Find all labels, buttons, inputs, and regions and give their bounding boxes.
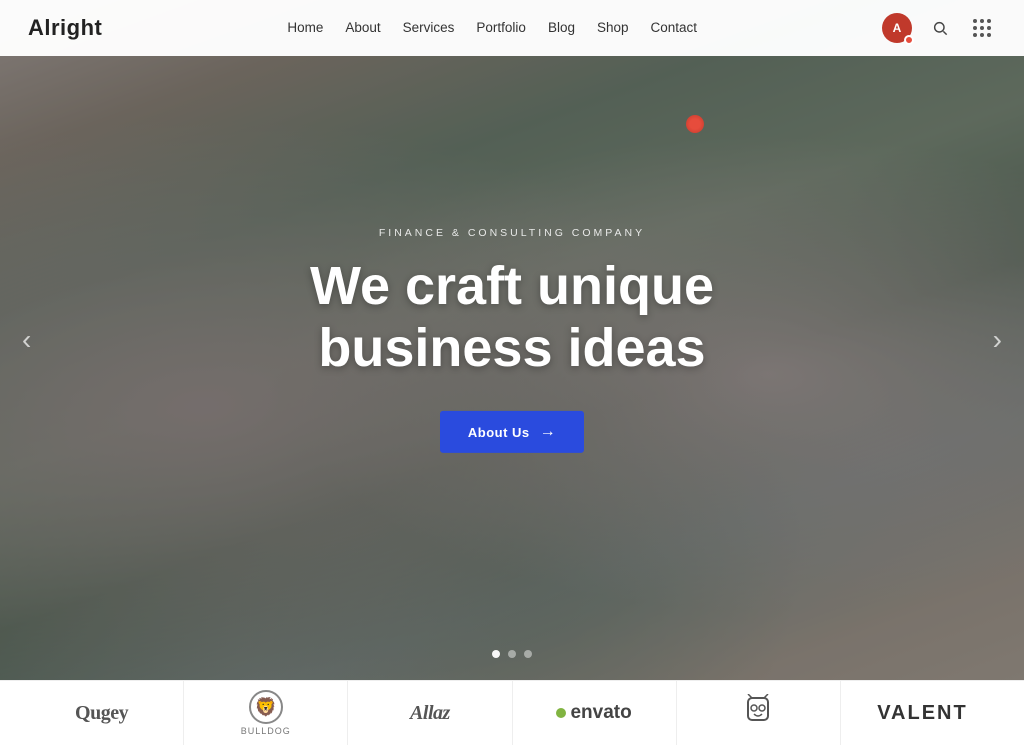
hero-prev-button[interactable]: ‹ — [14, 316, 39, 364]
nav-icons: A — [882, 13, 996, 43]
logo-valent: VALENT — [841, 681, 1004, 745]
logo-bulldog-icon: 🦁 BULLDOG — [241, 690, 291, 736]
decoration-circle — [686, 115, 704, 133]
logo-envato: envato — [513, 681, 677, 745]
nav-about[interactable]: About — [345, 20, 380, 35]
site-logo[interactable]: Alright — [28, 15, 102, 41]
envato-logo-container: envato — [556, 702, 631, 724]
cta-label: About Us — [468, 425, 530, 440]
hero-dot-3[interactable] — [524, 650, 532, 658]
hero-title: We craft unique business ideas — [212, 255, 812, 379]
logo-owl — [677, 681, 841, 745]
nav-home[interactable]: Home — [287, 20, 323, 35]
hero-dots — [492, 650, 532, 658]
envato-text: envato — [570, 702, 631, 724]
hero-dot-2[interactable] — [508, 650, 516, 658]
logo-allaz-text: Allaz — [410, 702, 450, 725]
nav-portfolio[interactable]: Portfolio — [476, 20, 526, 35]
logos-section: Qugey 🦁 BULLDOG Allaz envato VALENT — [0, 680, 1024, 745]
search-button[interactable] — [926, 14, 954, 42]
hero-content: Finance & Consulting Company We craft un… — [212, 227, 812, 453]
navbar: Alright Home About Services Portfolio Bl… — [0, 0, 1024, 56]
hero-title-line1: We craft unique — [310, 256, 714, 316]
nav-blog[interactable]: Blog — [548, 20, 575, 35]
grid-icon — [973, 19, 991, 37]
hero-subtitle: Finance & Consulting Company — [212, 227, 812, 239]
cta-button[interactable]: About Us → — [440, 411, 584, 453]
hero-dot-1[interactable] — [492, 650, 500, 658]
grid-menu-button[interactable] — [968, 14, 996, 42]
logo-qugey-text: Qugey — [75, 702, 128, 725]
envato-dot-icon — [556, 708, 566, 718]
hero-next-button[interactable]: › — [985, 316, 1010, 364]
user-avatar[interactable]: A — [882, 13, 912, 43]
bulldog-label: BULLDOG — [241, 726, 291, 736]
logo-qugey: Qugey — [20, 681, 184, 745]
hero-title-line2: business ideas — [318, 318, 705, 378]
valent-text: VALENT — [877, 702, 968, 725]
nav-contact[interactable]: Contact — [651, 20, 698, 35]
logo-allaz: Allaz — [348, 681, 512, 745]
nav-links: Home About Services Portfolio Blog Shop … — [287, 19, 697, 37]
bulldog-circle-icon: 🦁 — [249, 690, 283, 724]
owl-icon — [742, 694, 774, 733]
nav-services[interactable]: Services — [403, 20, 455, 35]
hero-section: Finance & Consulting Company We craft un… — [0, 0, 1024, 680]
cta-arrow-icon: → — [540, 423, 557, 441]
notification-badge — [904, 35, 914, 45]
logo-bulldog: 🦁 BULLDOG — [184, 681, 348, 745]
nav-shop[interactable]: Shop — [597, 20, 629, 35]
